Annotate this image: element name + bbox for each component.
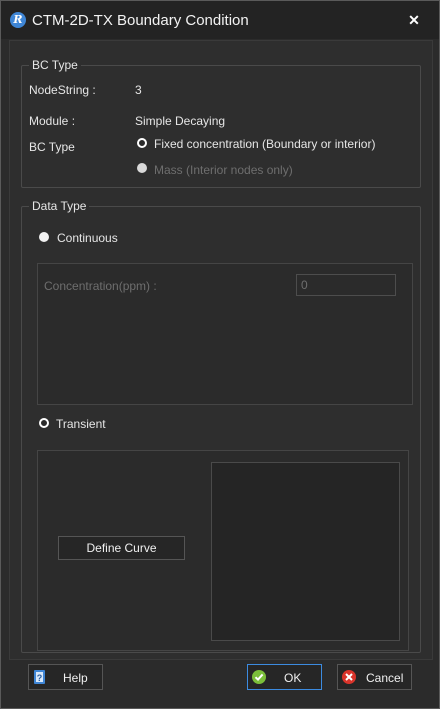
transient-label[interactable]: Transient — [56, 417, 106, 431]
dialog-window: R CTM-2D-TX Boundary Condition ✕ BC Type… — [0, 0, 440, 709]
data-type-legend: Data Type — [32, 199, 87, 213]
radio-selected-indicator[interactable] — [137, 138, 147, 148]
bc-type-legend: BC Type — [32, 58, 78, 72]
cancel-label[interactable]: Cancel — [366, 671, 403, 685]
title-bar[interactable]: R CTM-2D-TX Boundary Condition ✕ — [1, 1, 439, 39]
nodestring-label: NodeString : — [29, 83, 96, 97]
x-circle-icon — [342, 670, 356, 684]
help-book-icon: ? — [34, 670, 45, 684]
help-button[interactable]: ? Help — [28, 664, 103, 690]
ok-button[interactable]: OK — [247, 664, 322, 690]
svg-text:?: ? — [37, 673, 43, 683]
help-label[interactable]: Help — [63, 671, 88, 685]
radio-unselected-indicator[interactable] — [39, 232, 49, 242]
app-logo-icon: R — [10, 12, 26, 28]
close-icon[interactable]: ✕ — [403, 9, 425, 31]
bc-type-label: BC Type — [29, 140, 75, 154]
radio-unselected-indicator — [137, 163, 147, 173]
curve-preview-panel — [211, 462, 400, 641]
module-label: Module : — [29, 114, 76, 128]
dialog-content: BC Type NodeString : 3 Module : Simple D… — [9, 40, 433, 660]
fixed-concentration-label[interactable]: Fixed concentration (Boundary or interio… — [154, 137, 375, 151]
continuous-label[interactable]: Continuous — [57, 231, 118, 245]
nodestring-value: 3 — [135, 83, 142, 97]
concentration-label: Concentration(ppm) : — [44, 279, 157, 293]
cancel-button[interactable]: Cancel — [337, 664, 412, 690]
module-value: Simple Decaying — [135, 114, 226, 128]
check-circle-icon — [252, 670, 266, 684]
define-curve-button[interactable]: Define Curve — [58, 536, 185, 560]
concentration-input[interactable]: 0 — [296, 274, 396, 296]
ok-label[interactable]: OK — [284, 671, 301, 685]
radio-selected-indicator[interactable] — [39, 418, 49, 428]
window-title: CTM-2D-TX Boundary Condition — [32, 12, 249, 29]
mass-label: Mass (Interior nodes only) — [154, 163, 293, 177]
